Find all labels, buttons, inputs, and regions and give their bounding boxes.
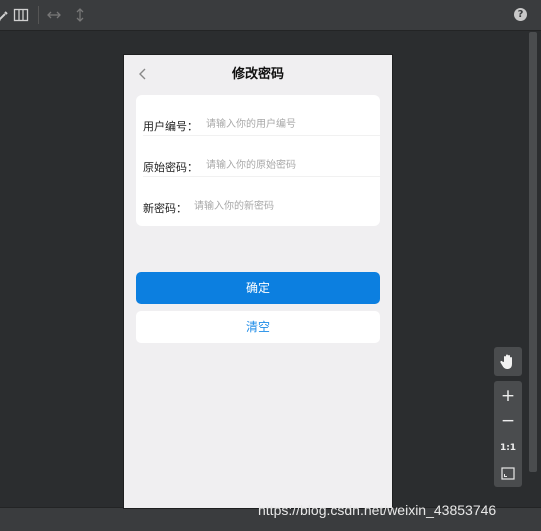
password-form: 用户编号： 请输入你的用户编号 原始密码： 请输入你的原始密码 新密码： 请输入… [136, 95, 380, 226]
zoom-out-button[interactable]: − [494, 409, 522, 433]
hand-tool-button[interactable] [494, 347, 522, 376]
top-toolbar: ? [0, 0, 541, 31]
confirm-button[interactable]: 确定 [136, 272, 380, 304]
eyedropper-icon[interactable] [0, 7, 12, 23]
fit-screen-icon[interactable] [501, 467, 515, 480]
zoom-tools: + − 1:1 [494, 381, 522, 487]
hand-icon [500, 354, 512, 369]
new-password-label: 新密码： [143, 202, 187, 215]
vertical-scrollbar[interactable] [529, 32, 537, 472]
horizontal-resize-icon[interactable] [46, 7, 62, 23]
clear-button[interactable]: 清空 [136, 311, 380, 343]
new-password-row: 新密码： 请输入你的新密码 [136, 177, 380, 218]
watermark: https://blog.csdn.net/weixin_43853746 [258, 502, 497, 518]
user-id-label: 用户编号： [143, 120, 198, 133]
toolbar-separator [38, 6, 39, 24]
help-icon[interactable]: ? [514, 8, 527, 21]
old-password-input[interactable]: 请输入你的原始密码 [206, 156, 296, 171]
columns-icon[interactable] [13, 7, 29, 23]
zoom-in-button[interactable]: + [494, 384, 522, 408]
old-password-label: 原始密码： [143, 161, 198, 174]
phone-preview: 修改密码 用户编号： 请输入你的用户编号 原始密码： 请输入你的原始密码 新密码… [123, 54, 393, 509]
old-password-row: 原始密码： 请输入你的原始密码 [136, 136, 380, 177]
vertical-resize-icon[interactable] [72, 7, 88, 23]
actual-size-button[interactable]: 1:1 [494, 436, 522, 460]
page-title: 修改密码 [231, 67, 284, 82]
user-id-row: 用户编号： 请输入你的用户编号 [136, 95, 380, 136]
user-id-input[interactable]: 请输入你的用户编号 [206, 115, 296, 130]
new-password-input[interactable]: 请输入你的新密码 [194, 197, 274, 212]
nav-bar: 修改密码 [124, 55, 392, 91]
